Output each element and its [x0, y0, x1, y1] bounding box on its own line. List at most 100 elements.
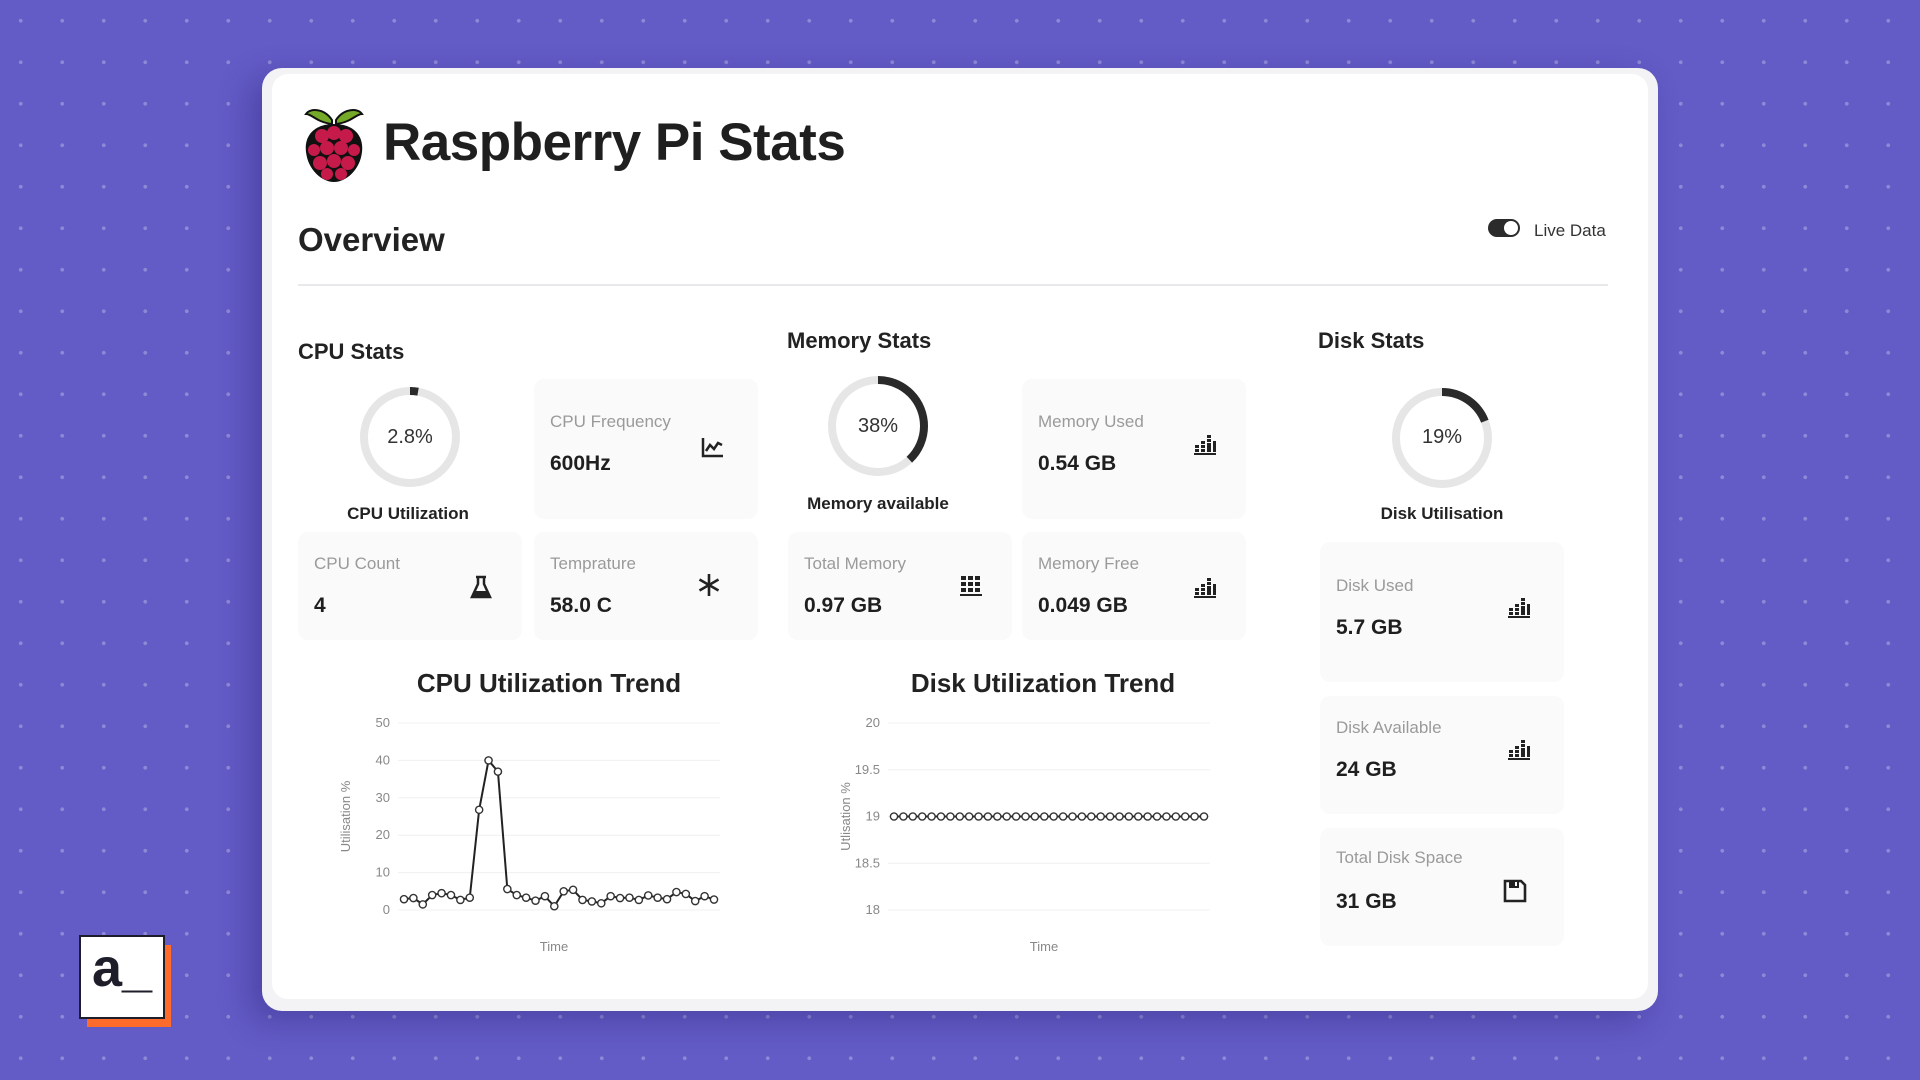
flask-icon [470, 575, 492, 599]
cpu-utilization-caption: CPU Utilization [347, 504, 469, 523]
bar-chart-icon [1194, 578, 1216, 598]
series-line [403, 758, 715, 908]
y-tick-label: 18.5 [855, 855, 880, 870]
data-point [634, 895, 644, 905]
data-point [917, 812, 927, 821]
stat-value: 0.97 GB [804, 594, 883, 617]
y-tick-label: 50 [376, 715, 390, 730]
divider [298, 284, 1608, 286]
data-point [955, 812, 965, 821]
page-title: Raspberry Pi Stats [383, 113, 846, 172]
live-data-toggle[interactable] [1488, 219, 1520, 237]
x-axis-label: Time [1030, 939, 1058, 954]
memory-stats-title: Memory Stats [787, 328, 932, 353]
y-axis-label: Utilisation % [338, 780, 353, 852]
data-point [1030, 812, 1040, 821]
data-point [596, 898, 606, 908]
data-point [568, 885, 578, 895]
toggle-knob [1504, 221, 1518, 235]
data-point [418, 900, 428, 909]
stat-label: CPU Frequency [550, 412, 671, 431]
data-point [578, 895, 587, 905]
data-point [672, 887, 681, 897]
stat-label: Total Memory [804, 554, 907, 573]
disk-used-card: Disk Used 5.7 GB [1320, 542, 1564, 682]
line-chart-icon [701, 438, 723, 458]
memory-free-card: Memory Free 0.049 GB [1022, 532, 1246, 640]
disk-utilisation-value: 19% [1421, 426, 1463, 448]
data-point [446, 890, 456, 900]
data-point [1171, 812, 1181, 821]
data-point [1058, 812, 1068, 821]
data-point [946, 812, 955, 821]
data-point [1049, 812, 1058, 821]
data-point [1124, 812, 1134, 821]
section-title: Overview [298, 221, 445, 258]
stat-label: Disk Available [1336, 718, 1442, 737]
data-point [427, 890, 437, 900]
data-point [908, 812, 918, 821]
y-tick-label: 19 [866, 809, 880, 824]
data-point [974, 812, 983, 821]
data-point [1115, 812, 1124, 821]
x-axis-label: Time [540, 939, 568, 954]
temperature-card: Temprature 58.0 C [534, 532, 758, 640]
bar-chart-icon [1508, 740, 1530, 760]
cpu-utilization-chart: 0 10 20 30 40 50 Utilisation % Time [338, 715, 720, 954]
data-point [1011, 812, 1021, 821]
data-point [1086, 812, 1096, 821]
data-point [465, 893, 475, 902]
disk-available-card: Disk Available 24 GB [1320, 696, 1564, 814]
data-point [474, 805, 484, 815]
data-point [606, 891, 615, 901]
cpu-chart-title: CPU Utilization Trend [416, 668, 682, 698]
data-point [503, 884, 512, 894]
stat-label: CPU Count [314, 554, 400, 573]
data-point [899, 812, 908, 821]
live-data-label: Live Data [1534, 221, 1606, 240]
raspberry-pi-logo-icon [304, 109, 364, 182]
data-point [653, 893, 662, 902]
disk-stats-title: Disk Stats [1318, 328, 1425, 353]
data-point [531, 896, 540, 905]
data-point [643, 891, 653, 900]
data-point [1077, 812, 1087, 821]
data-point [1180, 812, 1190, 821]
data-point [1021, 812, 1030, 821]
y-tick-label: 10 [376, 865, 390, 880]
data-point [889, 812, 899, 821]
stat-value: 600Hz [550, 452, 611, 475]
data-point [993, 812, 1002, 821]
total-disk-space-card: Total Disk Space 31 GB [1320, 828, 1564, 946]
data-point [1152, 812, 1162, 821]
data-point [399, 894, 409, 904]
stat-value: 24 GB [1336, 758, 1397, 781]
bar-chart-icon [960, 576, 982, 596]
stat-label: Memory Free [1038, 554, 1140, 573]
data-point [983, 812, 993, 821]
y-tick-label: 19.5 [855, 762, 880, 777]
data-point [690, 896, 700, 906]
data-point [409, 893, 418, 903]
data-point [927, 812, 936, 821]
data-point [1105, 812, 1115, 821]
cpu-frequency-card: CPU Frequency 600Hz [534, 379, 758, 519]
stat-value: 4 [314, 594, 326, 617]
data-point [681, 889, 691, 899]
data-point [587, 897, 597, 906]
stat-value: 31 GB [1336, 890, 1397, 913]
data-point [1199, 812, 1209, 821]
disk-chart-title: Disk Utilization Trend [910, 668, 1176, 698]
data-point [1162, 812, 1171, 821]
y-axis-label: Utlisation % [838, 782, 853, 851]
data-point [1096, 812, 1105, 821]
disk-utilisation-caption: Disk Utilisation [1380, 504, 1504, 523]
memory-used-card: Memory Used 0.54 GB [1022, 379, 1246, 519]
total-memory-card: Total Memory 0.97 GB [788, 532, 1012, 640]
data-point [615, 893, 625, 903]
data-point [1002, 812, 1012, 821]
stat-value: 5.7 GB [1336, 616, 1403, 639]
cpu-stats-title: CPU Stats [298, 339, 405, 364]
stat-label: Disk Used [1336, 576, 1414, 595]
data-point [559, 886, 568, 896]
